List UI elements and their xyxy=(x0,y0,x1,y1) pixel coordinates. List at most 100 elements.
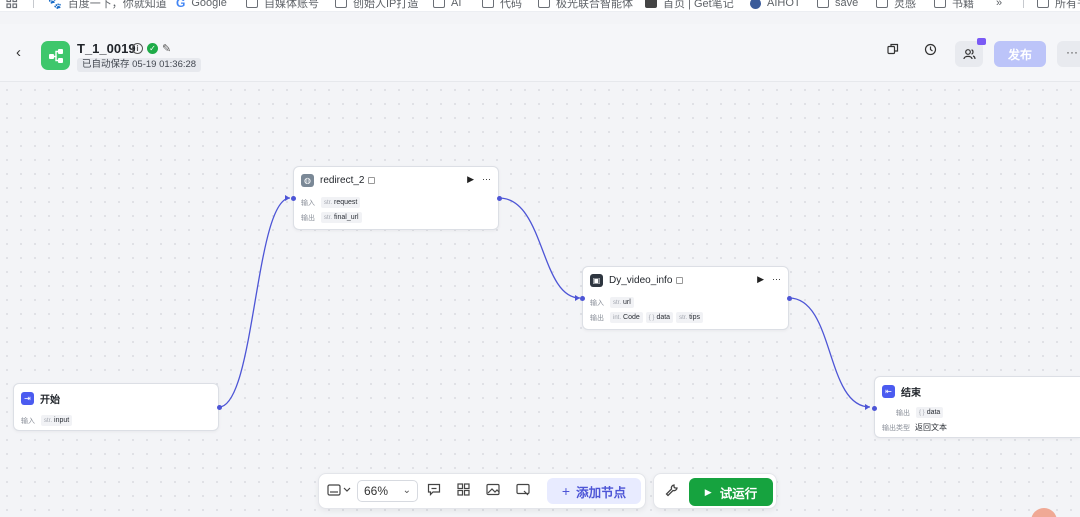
param-type: { } xyxy=(648,314,655,321)
plugin-info-icon[interactable] xyxy=(676,277,684,284)
google-icon: G xyxy=(176,0,186,10)
run-node-icon[interactable]: ▶ xyxy=(757,274,764,285)
play-icon: ▶ xyxy=(704,486,712,497)
copy-icon[interactable] xyxy=(887,43,899,58)
zoom-value: 66% xyxy=(364,484,389,498)
bookmark-folder-code[interactable]: 代码 xyxy=(482,0,522,11)
output-type-value: 返回文本 xyxy=(915,423,947,432)
folder-icon xyxy=(876,0,888,8)
back-button[interactable]: ‹ xyxy=(16,44,21,61)
row-label: 输出 xyxy=(301,214,315,222)
bookmark-folder-agent[interactable]: 极光联合智能体 xyxy=(538,0,633,11)
premium-badge-icon xyxy=(977,38,986,45)
param-type: str. xyxy=(324,199,333,206)
bookmark-folder-ai[interactable]: AI xyxy=(433,0,461,11)
fit-view-icon[interactable] xyxy=(516,483,530,499)
node-output-row: 输出 str. final_url xyxy=(301,212,365,223)
param-chip: int. Code xyxy=(610,312,643,323)
bookmark-folder-inspiration[interactable]: 灵感 xyxy=(876,0,916,11)
bookmark-folder-save[interactable]: save xyxy=(817,0,858,11)
bookmark-aihot[interactable]: AIHOT xyxy=(750,0,801,11)
debug-settings-icon[interactable] xyxy=(665,483,679,500)
node-more-icon[interactable]: ··· xyxy=(482,174,491,185)
output-port[interactable] xyxy=(787,296,792,301)
node-input-row: 输入 str. input xyxy=(21,415,75,426)
run-toolbar: ▶ 试运行 xyxy=(653,473,777,509)
param-name: url xyxy=(623,299,631,306)
param-name: Code xyxy=(623,314,640,321)
row-label: 输入 xyxy=(590,299,604,307)
node-title: 开始 xyxy=(40,395,60,406)
workflow-icon xyxy=(41,41,70,70)
edit-icon[interactable]: ✎ xyxy=(162,42,171,55)
workflow-canvas[interactable] xyxy=(0,83,1080,517)
minimap-toggle-button[interactable] xyxy=(327,483,351,500)
publish-button[interactable]: 发布 xyxy=(994,41,1046,67)
more-options-button[interactable]: ··· xyxy=(1057,41,1080,67)
input-port[interactable] xyxy=(291,196,296,201)
bookmark-baidu[interactable]: 🐾 百度一下，你就知道 xyxy=(48,0,167,11)
node-output-type-row: 输出类型 返回文本 xyxy=(882,422,947,433)
bookmark-folder-all[interactable]: 所有书签 xyxy=(1037,0,1080,11)
bookmarks-overflow-icon[interactable]: » xyxy=(996,0,1002,11)
bookmark-label: 灵感 xyxy=(894,0,916,10)
zoom-select[interactable]: 66% ⌄ xyxy=(357,480,418,502)
redirect-node[interactable]: ◍ redirect_2 ▶ ··· 输入 str. request 输出 str… xyxy=(291,166,502,230)
workflow-title: T_1_0019 xyxy=(77,41,136,56)
video-plugin-icon: ▣ xyxy=(590,274,603,287)
folder-icon xyxy=(433,0,445,8)
run-label: 试运行 xyxy=(719,486,758,501)
input-port[interactable] xyxy=(872,406,877,411)
output-port[interactable] xyxy=(497,196,502,201)
node-title: Dy_video_info xyxy=(609,275,673,286)
folder-icon xyxy=(817,0,829,8)
node-actions: ▶ ··· xyxy=(757,274,781,285)
image-export-icon[interactable] xyxy=(486,483,500,499)
param-chip: str. input xyxy=(41,415,73,426)
collaborators-button[interactable] xyxy=(955,38,986,67)
apps-grid-icon[interactable] xyxy=(6,0,18,11)
bookmarks-bar: 🐾 百度一下，你就知道 G Google 自媒体账号 创始人IP打造 AI 代码 极… xyxy=(0,0,1080,12)
bookmark-label: 代码 xyxy=(500,0,522,10)
param-chip: str. tips xyxy=(676,312,703,323)
folder-icon xyxy=(246,0,258,8)
param-type: str. xyxy=(324,214,333,221)
getnote-icon xyxy=(645,0,657,8)
bookmark-label: 所有书签 xyxy=(1055,0,1080,10)
test-run-button[interactable]: ▶ 试运行 xyxy=(689,478,773,506)
bookmark-label: AIHOT xyxy=(767,0,801,9)
info-icon[interactable]: i xyxy=(132,43,143,54)
auto-layout-icon[interactable] xyxy=(457,483,470,499)
bookmark-google[interactable]: G Google xyxy=(176,0,227,11)
end-node[interactable]: ⇤ 结束 输出 { } data 输出类型 返回文本 xyxy=(872,376,1080,438)
video-info-node[interactable]: ▣ Dy_video_info ▶ ··· 输入 str. url 输出 int.… xyxy=(580,266,792,330)
bookmark-label: 首页 | Get笔记 xyxy=(663,0,734,10)
bookmark-separator xyxy=(1023,0,1024,8)
bookmark-folder-media[interactable]: 自媒体账号 xyxy=(246,0,319,11)
add-node-button[interactable]: + 添加节点 xyxy=(547,478,641,504)
history-icon[interactable] xyxy=(924,43,937,59)
input-port[interactable] xyxy=(580,296,585,301)
output-port[interactable] xyxy=(217,405,222,410)
comment-icon[interactable] xyxy=(427,483,441,499)
add-node-label: 添加节点 xyxy=(576,485,627,500)
node-header: ⇥ 开始 xyxy=(21,391,60,406)
bookmark-label: 自媒体账号 xyxy=(264,0,319,10)
param-name: data xyxy=(656,314,671,321)
node-more-icon[interactable]: ··· xyxy=(772,274,781,285)
folder-icon xyxy=(934,0,946,8)
param-chip: str. request xyxy=(321,197,361,208)
bookmark-folder-ip[interactable]: 创始人IP打造 xyxy=(335,0,418,11)
folder-icon xyxy=(538,0,550,8)
node-title: 结束 xyxy=(901,388,921,399)
start-node[interactable]: ⇥ 开始 输入 str. input xyxy=(13,383,222,431)
plugin-info-icon[interactable] xyxy=(368,177,376,184)
bookmark-getnote[interactable]: 首页 | Get笔记 xyxy=(645,0,734,11)
node-input-row: 输入 str. request xyxy=(301,197,363,208)
run-node-icon[interactable]: ▶ xyxy=(467,174,474,185)
bookmark-folder-books[interactable]: 书籍 xyxy=(934,0,974,11)
bookmark-label: Google xyxy=(191,0,227,9)
folder-icon xyxy=(1037,0,1049,8)
param-name: tips xyxy=(689,314,700,321)
row-label: 输入 xyxy=(301,199,315,207)
